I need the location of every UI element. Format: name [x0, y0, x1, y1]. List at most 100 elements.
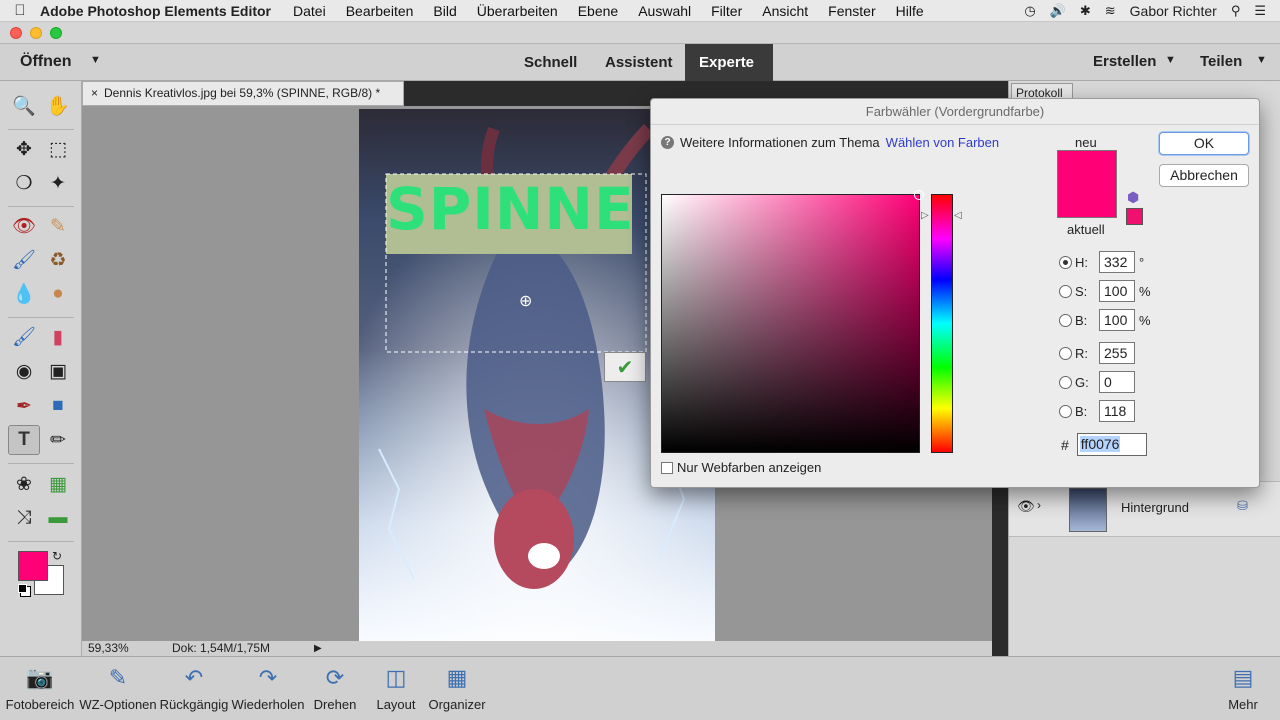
saturation-input[interactable]: 100 — [1099, 280, 1135, 302]
create-button[interactable]: Erstellen — [1093, 53, 1156, 70]
menu-bearbeiten[interactable]: Bearbeiten — [346, 3, 414, 19]
hue-slider-right-arrow-icon[interactable]: ◁ — [954, 210, 962, 221]
hue-radio[interactable] — [1059, 255, 1072, 269]
info-link[interactable]: Wählen von Farben — [886, 135, 999, 150]
web-colors-checkbox[interactable]: Nur Webfarben anzeigen — [661, 460, 821, 475]
swap-colors-icon[interactable]: ↻ — [52, 549, 62, 563]
marquee-icon[interactable]: ⬚ — [42, 134, 74, 164]
rotate-button[interactable]: ⟳ Drehen — [312, 657, 358, 720]
mode-experte[interactable]: Experte — [685, 44, 773, 81]
gradient-icon[interactable]: ▣ — [42, 356, 74, 386]
menu-datei[interactable]: Datei — [293, 3, 326, 19]
move-icon[interactable]: ✥ — [8, 134, 40, 164]
magic-wand-icon[interactable]: ✦ — [42, 168, 74, 198]
link-icon[interactable]: › — [1037, 498, 1041, 512]
menu-ebene[interactable]: Ebene — [578, 3, 618, 19]
menu-auswahl[interactable]: Auswahl — [638, 3, 691, 19]
cancel-button[interactable]: Abbrechen — [1159, 164, 1249, 187]
spotlight-icon[interactable]: ⚲ — [1231, 3, 1241, 19]
share-button[interactable]: Teilen — [1200, 53, 1242, 70]
wz-optionen-button[interactable]: ✎ WZ-Optionen — [78, 657, 158, 720]
mode-schnell[interactable]: Schnell — [510, 44, 591, 81]
hue-input[interactable]: 332 — [1099, 251, 1135, 273]
brush-icon[interactable]: 🖌 — [8, 322, 40, 352]
document-tab[interactable]: × Dennis Kreativlos.jpg bei 59,3% (SPINNE… — [82, 81, 404, 106]
eraser-icon[interactable]: ▮ — [42, 322, 74, 352]
open-button[interactable]: Öffnen — [20, 53, 72, 71]
hex-input[interactable]: ff0076 — [1076, 433, 1147, 456]
bluetooth-icon[interactable]: ✱ — [1080, 3, 1091, 19]
app-name[interactable]: Adobe Photoshop Elements Editor — [40, 3, 271, 19]
default-colors-icon[interactable] — [18, 584, 27, 593]
volume-icon[interactable]: 🔊 — [1050, 3, 1066, 19]
smart-brush-icon[interactable]: 🖌 — [8, 245, 40, 275]
zoom-icon[interactable]: 🔍 — [8, 91, 40, 121]
notification-icon[interactable]: ☰ — [1254, 3, 1266, 19]
menu-fenster[interactable]: Fenster — [828, 3, 875, 19]
close-window-button[interactable] — [10, 27, 22, 39]
lock-icon[interactable]: ⛁ — [1237, 498, 1248, 514]
type-icon[interactable]: T — [8, 425, 40, 455]
organizer-button[interactable]: ▦ Organizer — [428, 657, 486, 720]
apple-icon[interactable]:  — [0, 2, 40, 19]
play-icon[interactable]: ▶ — [314, 641, 322, 656]
color-field-cursor[interactable] — [914, 190, 924, 200]
hand-icon[interactable]: ✋ — [42, 91, 74, 121]
chevron-down-icon[interactable]: ▼ — [90, 54, 101, 66]
foreground-color-swatch[interactable] — [18, 551, 48, 581]
eyedropper-icon[interactable]: ✒ — [8, 391, 40, 421]
chevron-down-icon[interactable]: ▼ — [1165, 54, 1176, 66]
spot-healing-icon[interactable]: ✎ — [42, 211, 74, 241]
clone-stamp-icon[interactable]: ♻ — [42, 245, 74, 275]
menu-bild[interactable]: Bild — [433, 3, 456, 19]
chevron-down-icon[interactable]: ▼ — [1256, 54, 1267, 66]
brightness-radio[interactable] — [1059, 313, 1072, 327]
menu-ansicht[interactable]: Ansicht — [762, 3, 808, 19]
maximize-window-button[interactable] — [50, 27, 62, 39]
paint-bucket-icon[interactable]: ◉ — [8, 356, 40, 386]
eye-icon[interactable]: 👁 — [1017, 498, 1035, 515]
lasso-icon[interactable]: ❍ — [8, 168, 40, 198]
undo-button[interactable]: ↶ Rückgängig — [160, 657, 229, 720]
zoom-level[interactable]: 59,33% — [88, 641, 129, 656]
web-safe-color-swatch[interactable] — [1126, 208, 1143, 225]
layer-row[interactable]: 👁 › Hintergrund ⛁ — [1009, 481, 1280, 537]
spinne-text-layer[interactable]: SPINNE — [386, 175, 635, 243]
mode-assistent[interactable]: Assistent — [591, 44, 687, 81]
sponge-icon[interactable]: ● — [42, 279, 74, 309]
green-radio[interactable] — [1059, 375, 1072, 389]
red-radio[interactable] — [1059, 346, 1072, 360]
brightness-input[interactable]: 100 — [1099, 309, 1135, 331]
ok-button[interactable]: OK — [1159, 132, 1249, 155]
saturation-radio[interactable] — [1059, 284, 1072, 298]
wifi-icon[interactable]: ≋ — [1105, 3, 1116, 19]
redo-button[interactable]: ↷ Wiederholen — [231, 657, 305, 720]
fotobereich-button[interactable]: 📷 Fotobereich — [4, 657, 76, 720]
blue-radio[interactable] — [1059, 404, 1072, 418]
blur-icon[interactable]: 💧 — [8, 279, 40, 309]
red-eye-icon[interactable]: 👁 — [8, 211, 40, 241]
minimize-window-button[interactable] — [30, 27, 42, 39]
menu-hilfe[interactable]: Hilfe — [896, 3, 924, 19]
time-machine-icon[interactable]: ◷ — [1024, 3, 1035, 19]
content-aware-move-icon[interactable]: ⤨ — [8, 503, 40, 533]
commit-checkmark-button[interactable]: ✔ — [604, 352, 646, 382]
color-cube-icon[interactable]: ⬢ — [1127, 189, 1139, 206]
user-name[interactable]: Gabor Richter — [1130, 3, 1217, 19]
hue-slider[interactable] — [931, 194, 953, 453]
close-tab-icon[interactable]: × — [91, 86, 98, 100]
mehr-button[interactable]: ▤ Mehr — [1222, 657, 1264, 720]
recompose-icon[interactable]: ▦ — [42, 469, 74, 499]
green-input[interactable]: 0 — [1099, 371, 1135, 393]
shape-icon[interactable]: ■ — [42, 391, 74, 421]
menu-filter[interactable]: Filter — [711, 3, 742, 19]
pencil-icon[interactable]: ✏ — [42, 425, 74, 455]
red-input[interactable]: 255 — [1099, 342, 1135, 364]
hue-slider-left-arrow-icon[interactable]: ▷ — [921, 210, 929, 221]
cookie-cutter-icon[interactable]: ❀ — [8, 469, 40, 499]
blue-input[interactable]: 118 — [1099, 400, 1135, 422]
checkbox-box[interactable] — [661, 461, 673, 474]
saturation-brightness-field[interactable] — [661, 190, 924, 453]
straighten-icon[interactable]: ▬ — [42, 503, 74, 533]
layout-button[interactable]: ◫ Layout — [374, 657, 418, 720]
